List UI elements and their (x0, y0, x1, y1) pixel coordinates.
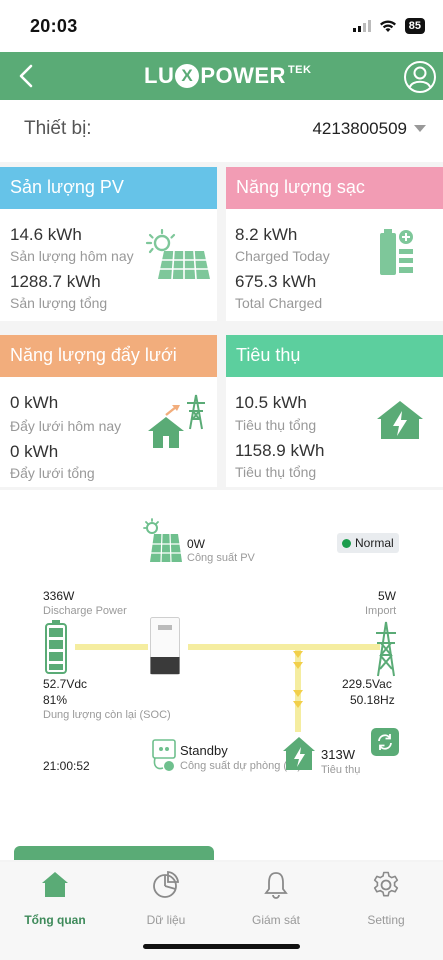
status-time: 20:03 (30, 16, 78, 36)
charge-today-label: Charged Today (235, 248, 330, 264)
action-button[interactable] (14, 846, 214, 860)
user-icon (404, 61, 436, 93)
energy-flow-panel: 0W Công suất PV Normal 336W Discharge Po… (0, 490, 443, 860)
solar-panel-flow-icon (143, 518, 182, 563)
caret-down-icon[interactable] (414, 125, 426, 132)
battery-charge-icon (380, 229, 413, 275)
power-tower-icon (376, 621, 396, 677)
grid-voltage: 229.5Vac (342, 677, 392, 691)
pv-today-label: Sản lượng hôm nay (10, 248, 134, 264)
charge-today-value: 8.2 kWh (235, 225, 298, 244)
export-total-value: 0 kWh (10, 442, 59, 461)
consumption-card-header[interactable]: Tiêu thụ (226, 335, 443, 377)
pv-power-value: 0W (187, 537, 205, 551)
pv-total-label: Sản lượng tổng (10, 295, 108, 311)
tab-setting[interactable]: Setting (336, 870, 436, 930)
status-text: Normal (355, 536, 394, 550)
pv-card-header[interactable]: Sản lượng PV (0, 167, 217, 209)
profile-button[interactable] (403, 60, 437, 94)
consumption-card[interactable]: 10.5 kWh Tiêu thụ tổng 1158.9 kWh Tiêu t… (226, 377, 443, 487)
export-today-value: 0 kWh (10, 393, 59, 412)
battery-power-value: 336W (43, 589, 75, 603)
charge-total-value: 675.3 kWh (235, 272, 317, 291)
timestamp: 21:00:52 (43, 759, 90, 773)
load-power-value: 313W (321, 747, 355, 762)
device-selector[interactable]: Thiết bị: 4213800509 (0, 100, 443, 162)
chevron-left-icon (19, 64, 33, 88)
charge-card-header[interactable]: Năng lượng sạc (226, 167, 443, 209)
consumption-total-label: Tiêu thụ tổng (235, 464, 317, 480)
gear-icon (373, 871, 399, 897)
pv-card[interactable]: 14.6 kWh Sản lượng hôm nay 1288.7 kWh Sả… (0, 209, 217, 321)
tab-monitor[interactable]: Giám sát (226, 870, 326, 930)
app-header: LU X POWER TEK (0, 52, 443, 100)
status-icons: 85 (352, 18, 425, 34)
home-load-icon (283, 737, 315, 770)
status-dot (342, 538, 351, 548)
back-button[interactable] (10, 60, 42, 92)
inverter-icon (150, 617, 180, 675)
wifi-icon (379, 20, 396, 32)
pv-power-label: Công suất PV (187, 552, 255, 564)
signal-icon (352, 20, 371, 32)
grid-power-value: 5W (378, 589, 396, 603)
tab-monitor-label: Giám sát (251, 913, 300, 927)
tab-overview[interactable]: Tổng quan (5, 870, 105, 930)
consumption-today-label: Tiêu thụ tổng (235, 417, 317, 433)
export-today-label: Đẩy lưới hôm nay (10, 418, 122, 434)
charge-total-label: Total Charged (235, 295, 323, 311)
tab-data-label: Dữ liệu (146, 913, 186, 927)
load-power-label: Tiêu thụ (321, 764, 361, 776)
battery-indicator: 85 (404, 18, 425, 34)
grid-frequency: 50.18Hz (350, 693, 395, 707)
status-bar: 20:03 85 (0, 0, 443, 52)
backup-plug-icon (152, 739, 176, 771)
pv-total-value: 1288.7 kWh (10, 272, 101, 291)
device-serial[interactable]: 4213800509 (312, 119, 407, 139)
battery-soc: 81% (43, 693, 68, 707)
tab-overview-label: Tổng quan (24, 913, 86, 927)
battery-voltage: 52.7Vdc (43, 677, 88, 691)
pie-chart-icon (153, 871, 179, 898)
status-badge: Normal (337, 533, 399, 553)
luxpower-logo: LU X POWER TEK (144, 63, 312, 88)
refresh-icon (378, 734, 392, 750)
export-total-label: Đẩy lưới tổng (10, 465, 95, 481)
house-bolt-icon (377, 401, 423, 439)
battery-icon (45, 620, 67, 674)
tab-setting-label: Setting (367, 913, 405, 927)
export-card[interactable]: 0 kWh Đẩy lưới hôm nay 0 kWh Đẩy lưới tổ… (0, 377, 217, 487)
refresh-button[interactable] (371, 728, 399, 756)
home-icon (42, 872, 68, 897)
pv-today-value: 14.6 kWh (10, 225, 82, 244)
home-indicator (143, 944, 300, 949)
backup-status: Standby (180, 743, 228, 758)
charge-card[interactable]: 8.2 kWh Charged Today 675.3 kWh Total Ch… (226, 209, 443, 321)
device-label: Thiết bị: (24, 118, 92, 139)
battery-power-label: Discharge Power (43, 605, 127, 617)
consumption-total-value: 1158.9 kWh (235, 441, 325, 460)
consumption-today-value: 10.5 kWh (235, 393, 307, 412)
bell-icon (264, 872, 288, 899)
export-card-header[interactable]: Năng lượng đẩy lưới (0, 335, 217, 377)
solar-panel-icon (145, 229, 210, 280)
battery-soc-label: Dung lượng còn lại (SOC) (43, 709, 171, 721)
grid-export-icon (148, 394, 205, 448)
tab-data[interactable]: Dữ liệu (116, 870, 216, 930)
grid-power-label: Import (365, 605, 397, 617)
